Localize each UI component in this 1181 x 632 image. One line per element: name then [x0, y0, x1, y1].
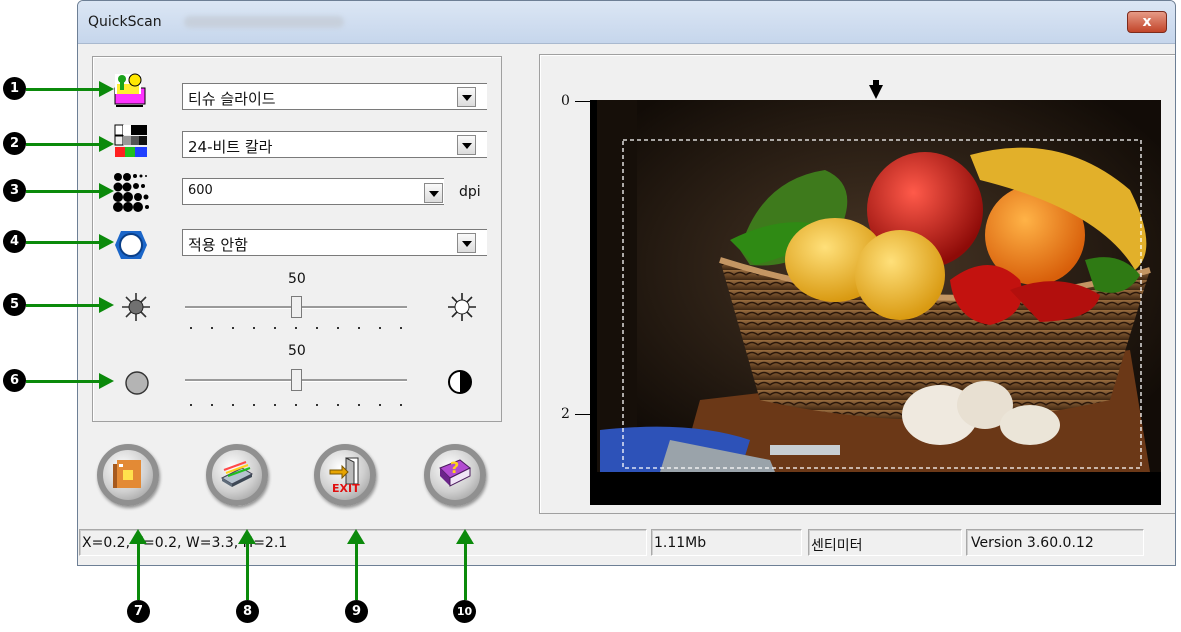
ruler-label-bottom: 2 — [561, 406, 570, 422]
contrast-value-label: 50 — [288, 343, 306, 359]
callout-8-arrow — [238, 529, 256, 600]
blurred-title-suffix — [184, 16, 344, 28]
status-size-text: 1.11Mb — [654, 535, 707, 551]
slider-tick — [190, 404, 192, 406]
filter-dropdown-arrow[interactable] — [457, 233, 476, 253]
preview-image[interactable] — [590, 100, 1161, 505]
slider-tick — [316, 327, 318, 329]
callout-8: 8 — [236, 600, 259, 623]
brightness-high-icon — [448, 293, 476, 321]
status-unit-text: 센티미터 — [811, 538, 863, 554]
slider-tick — [337, 327, 339, 329]
slider-tick — [379, 404, 381, 406]
callout-4: 4 — [3, 230, 26, 253]
close-button[interactable]: x — [1127, 11, 1167, 33]
slider-tick — [295, 404, 297, 406]
callout-7: 7 — [127, 600, 150, 623]
brightness-value-label: 50 — [288, 271, 306, 287]
scan-type-value: 티슈 슬라이드 — [188, 90, 276, 108]
callout-2: 2 — [3, 132, 26, 155]
scan-button[interactable] — [97, 444, 159, 506]
resolution-icon — [113, 173, 149, 212]
resolution-select[interactable]: 600 — [182, 178, 444, 205]
filter-select[interactable]: 적용 안함 — [182, 229, 487, 256]
brightness-low-icon — [122, 293, 150, 321]
color-mode-value: 24-비트 칼라 — [188, 138, 273, 156]
contrast-slider-ticks — [190, 404, 402, 410]
title-bar[interactable]: QuickScan x — [78, 1, 1175, 44]
slider-tick — [316, 404, 318, 406]
slider-tick — [211, 404, 213, 406]
slider-tick — [400, 327, 402, 329]
status-version: Version 3.60.0.12 — [966, 529, 1144, 556]
color-mode-icon — [114, 124, 147, 157]
slider-tick — [190, 327, 192, 329]
scan-type-icon — [114, 73, 146, 107]
ruler-tick-top — [575, 101, 590, 102]
contrast-high-icon — [448, 370, 472, 394]
color-mode-select[interactable]: 24-비트 칼라 — [182, 131, 487, 158]
callout-3: 3 — [3, 179, 26, 202]
slider-tick — [274, 327, 276, 329]
status-unit[interactable]: 센티미터 — [808, 529, 962, 556]
brightness-slider-thumb[interactable] — [291, 296, 302, 318]
slider-tick — [274, 404, 276, 406]
resolution-dropdown-arrow[interactable] — [424, 183, 443, 203]
slider-tick — [379, 327, 381, 329]
slider-tick — [232, 327, 234, 329]
preview-position-marker-icon[interactable] — [869, 80, 883, 100]
callout-6: 6 — [3, 369, 26, 392]
callout-2-arrow — [26, 136, 114, 152]
slider-tick — [253, 327, 255, 329]
ruler-label-top: 0 — [561, 93, 570, 109]
fruit-basket-photo — [597, 100, 1161, 472]
slider-tick — [295, 327, 297, 329]
exit-label: EXIT — [332, 482, 360, 495]
callout-7-arrow — [129, 529, 147, 600]
exit-button[interactable]: EXIT — [314, 444, 376, 506]
slider-tick — [358, 404, 360, 406]
slider-tick — [253, 404, 255, 406]
contrast-slider-thumb[interactable] — [291, 369, 302, 391]
window-title: QuickScan — [88, 14, 162, 30]
contrast-low-icon — [125, 371, 149, 395]
resolution-unit-label: dpi — [459, 184, 481, 200]
scan-type-select[interactable]: 티슈 슬라이드 — [182, 83, 487, 110]
slider-tick — [337, 404, 339, 406]
help-button[interactable]: ? — [424, 444, 486, 506]
filter-lens-icon — [115, 231, 147, 259]
callout-3-arrow — [26, 183, 114, 199]
callout-1: 1 — [3, 77, 26, 100]
callout-10: 10 — [453, 600, 476, 623]
ruler-tick-bottom — [575, 414, 590, 415]
status-version-text: Version 3.60.0.12 — [971, 535, 1094, 551]
callout-4-arrow — [26, 234, 114, 250]
status-coordinates-text: X=0.2, Y=0.2, W=3.3, H=2.1 — [82, 535, 288, 551]
slider-tick — [211, 327, 213, 329]
slider-tick — [232, 404, 234, 406]
filter-value: 적용 안함 — [188, 236, 248, 254]
scanner-icon — [220, 461, 254, 487]
callout-5: 5 — [3, 293, 26, 316]
slider-tick — [400, 404, 402, 406]
callout-10-arrow — [456, 529, 474, 600]
callout-1-arrow — [26, 81, 114, 97]
callout-9-arrow — [347, 529, 365, 600]
status-size: 1.11Mb — [651, 529, 802, 556]
slider-tick — [358, 327, 360, 329]
help-question-mark: ? — [450, 458, 460, 477]
callout-9: 9 — [345, 600, 368, 623]
close-icon: x — [1142, 14, 1152, 30]
resolution-value: 600 — [188, 183, 213, 198]
scan-type-dropdown-arrow[interactable] — [457, 87, 476, 107]
color-mode-dropdown-arrow[interactable] — [457, 135, 476, 155]
preview-button[interactable] — [206, 444, 268, 506]
brightness-slider-ticks — [190, 327, 402, 333]
scan-folder-icon — [113, 460, 141, 488]
callout-5-arrow — [26, 297, 114, 313]
callout-6-arrow — [26, 373, 114, 389]
